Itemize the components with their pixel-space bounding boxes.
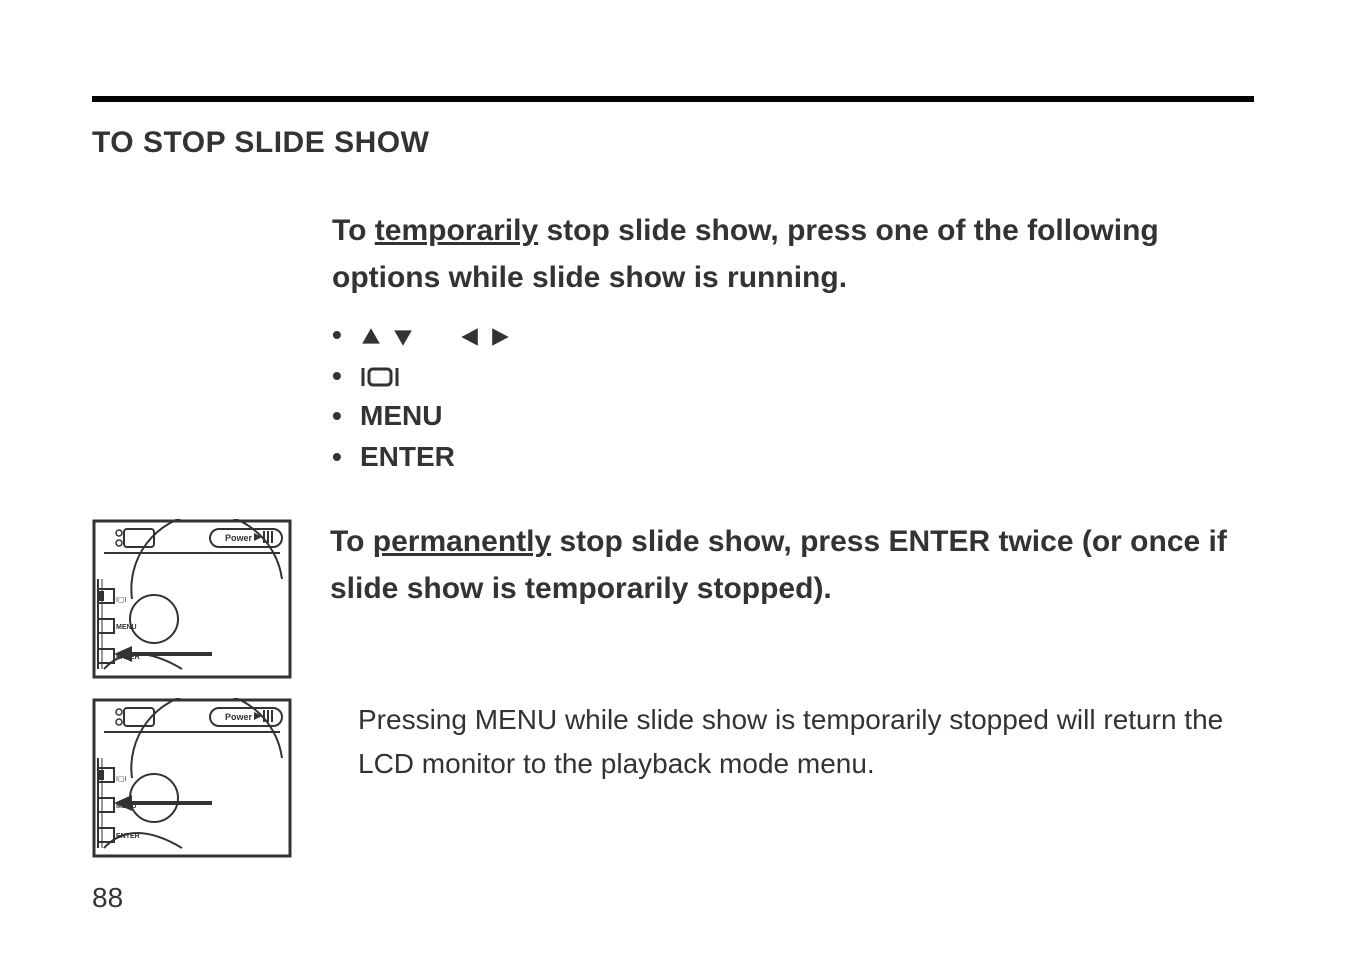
power-label: Power bbox=[225, 533, 253, 543]
bullet-list: • • bbox=[332, 315, 1254, 477]
instruction-block-temporary: To temporarily stop slide show, press on… bbox=[332, 208, 1254, 477]
temporarily-underlined: temporarily bbox=[375, 214, 538, 247]
bullet-label-enter: ENTER bbox=[360, 437, 455, 478]
note-text: Pressing MENU while slide show is tempor… bbox=[330, 698, 1254, 785]
page-number: 88 bbox=[92, 882, 123, 914]
bullet-marker: • bbox=[332, 437, 350, 478]
instruction-block-permanent: Power I▢I MENU ENTER bbox=[92, 519, 1254, 684]
temporary-stop-text: To temporarily stop slide show, press on… bbox=[332, 208, 1254, 301]
instruction-block-note: Power I▢I MENU ENTER Pres bbox=[92, 698, 1254, 863]
bullet-item-display: • bbox=[332, 356, 1254, 397]
display-icon bbox=[360, 356, 400, 397]
down-arrow-icon bbox=[392, 315, 414, 356]
permanent-stop-text: To permanently stop slide show, press EN… bbox=[330, 519, 1254, 612]
horizontal-rule bbox=[92, 96, 1254, 102]
bullet-marker: • bbox=[332, 396, 350, 437]
temp-prefix: To bbox=[332, 214, 375, 247]
bullet-marker: • bbox=[332, 315, 350, 356]
permanently-underlined: permanently bbox=[373, 525, 551, 558]
svg-text:I▢I: I▢I bbox=[116, 597, 127, 604]
document-page: TO STOP SLIDE SHOW To temporarily stop s… bbox=[0, 0, 1346, 954]
figure-menu-label: MENU bbox=[116, 624, 137, 631]
left-arrow-icon bbox=[458, 315, 480, 356]
bullet-marker: • bbox=[332, 356, 350, 397]
up-arrow-icon bbox=[360, 315, 382, 356]
svg-text:I▢I: I▢I bbox=[116, 776, 127, 783]
perm-prefix: To bbox=[330, 525, 373, 558]
bullet-label-menu: MENU bbox=[360, 396, 442, 437]
right-arrow-icon bbox=[490, 315, 512, 356]
svg-text:Power: Power bbox=[225, 712, 253, 722]
bullet-item-enter: • ENTER bbox=[332, 437, 1254, 478]
section-heading: TO STOP SLIDE SHOW bbox=[92, 126, 1254, 160]
camera-figure-enter: Power I▢I MENU ENTER bbox=[92, 519, 292, 684]
camera-figure-menu: Power I▢I MENU ENTER bbox=[92, 698, 292, 863]
bullet-item-menu: • MENU bbox=[332, 396, 1254, 437]
bullet-item-arrows: • bbox=[332, 315, 1254, 356]
